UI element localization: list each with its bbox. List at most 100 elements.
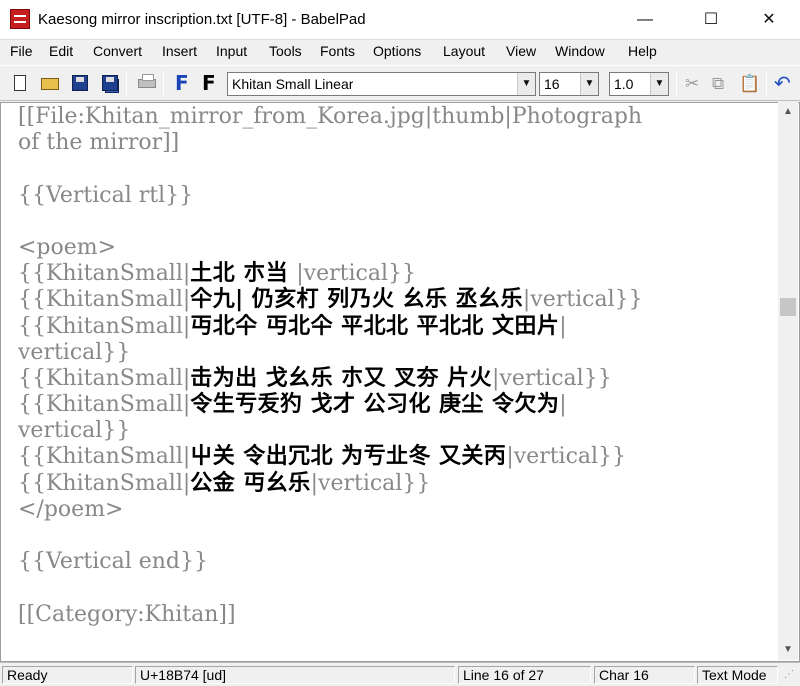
editor-line: {{Vertical end}} xyxy=(18,549,778,575)
editor-line: [[File:Khitan_mirror_from_Korea.jpg|thum… xyxy=(18,104,778,130)
menu-insert[interactable]: Insert xyxy=(162,43,197,59)
open-folder-icon[interactable] xyxy=(38,71,62,95)
font-name-value: Khitan Small Linear xyxy=(232,76,354,92)
markup-text: {{KhitanSmall| xyxy=(18,392,191,418)
khitan-text: 令生亐叐犳 戈才 公习化 庚尘 令欠为 xyxy=(190,392,560,418)
scroll-up-icon[interactable]: ▲ xyxy=(778,102,798,122)
menu-help[interactable]: Help xyxy=(628,43,657,59)
resize-grip-icon[interactable]: ⋰ xyxy=(784,668,798,682)
khitan-text: 公金 丏幺乐 xyxy=(190,470,311,496)
chevron-down-icon[interactable]: ▼ xyxy=(517,73,535,95)
font-size-select[interactable]: 16 ▼ xyxy=(539,72,599,96)
title-bar: Kaesong mirror inscription.txt [UTF-8] -… xyxy=(0,0,800,40)
markup-text: vertical}} xyxy=(18,418,131,444)
editor-line: {{KhitanSmall|击为出 戈幺乐 朩又 叉夯 片火|vertical}… xyxy=(18,366,778,392)
status-char: Char 16 xyxy=(594,666,695,684)
editor-text-area[interactable]: [[File:Khitan_mirror_from_Korea.jpg|thum… xyxy=(18,104,778,652)
markup-text: of the mirror]] xyxy=(18,130,180,156)
line-spacing-select[interactable]: 1.0 ▼ xyxy=(609,72,669,96)
markup-text: vertical}} xyxy=(18,339,131,365)
markup-text: <poem> xyxy=(18,234,117,260)
markup-text: |vertical}} xyxy=(491,365,612,391)
markup-text: [[Category:Khitan]] xyxy=(18,601,236,627)
menu-bar: File Edit Convert Insert Input Tools Fon… xyxy=(0,40,800,64)
toolbar-separator xyxy=(163,71,164,97)
status-mode: Text Mode xyxy=(697,666,778,684)
khitan-text: 丏北仐 丏北仐 平北北 平北北 文田片 xyxy=(190,313,560,339)
scissors-icon[interactable]: ✂ xyxy=(685,74,699,94)
font-select-icon[interactable]: F xyxy=(171,71,195,95)
menu-view[interactable]: View xyxy=(506,43,536,59)
editor-line: of the mirror]] xyxy=(18,130,778,156)
markup-text: [[File:Khitan_mirror_from_Korea.jpg|thum… xyxy=(18,104,643,129)
menu-input[interactable]: Input xyxy=(216,43,247,59)
close-button[interactable]: ✕ xyxy=(746,0,792,40)
editor-line: </poem> xyxy=(18,497,778,523)
status-line: Line 16 of 27 xyxy=(458,666,591,684)
line-spacing-value: 1.0 xyxy=(614,76,634,92)
khitan-text: 屮关 令出冗北 为亐㐀冬 又关丙 xyxy=(190,444,507,470)
vertical-scrollbar[interactable]: ▲ ▼ xyxy=(778,102,798,660)
paste-icon[interactable]: 📋 xyxy=(739,74,760,94)
status-bar: Ready U+18B74 [ud] Line 16 of 27 Char 16… xyxy=(0,662,800,686)
editor-line: vertical}} xyxy=(18,340,778,366)
menu-window[interactable]: Window xyxy=(555,43,605,59)
menu-edit[interactable]: Edit xyxy=(49,43,73,59)
undo-icon[interactable]: ↶ xyxy=(774,71,791,96)
markup-text: {{Vertical rtl}} xyxy=(18,182,194,208)
status-ready: Ready xyxy=(2,666,133,684)
save-disk-icon[interactable] xyxy=(68,71,92,95)
markup-text: | xyxy=(559,313,567,339)
markup-text: {{KhitanSmall| xyxy=(18,313,191,339)
babelpad-app-icon[interactable] xyxy=(10,9,30,29)
editor-line: <poem> xyxy=(18,235,778,261)
markup-text: |vertical}} xyxy=(506,444,627,470)
editor-line: {{KhitanSmall|仐九| 仍亥朾 列乃火 幺乐 丞幺乐|vertica… xyxy=(18,287,778,313)
editor-line: {{Vertical rtl}} xyxy=(18,183,778,209)
copy-icon[interactable]: ⧉ xyxy=(712,74,724,94)
maximize-button[interactable]: ☐ xyxy=(688,0,734,40)
menu-options[interactable]: Options xyxy=(373,43,421,59)
markup-text: {{KhitanSmall| xyxy=(18,287,191,313)
menu-layout[interactable]: Layout xyxy=(443,43,485,59)
minimize-button[interactable]: — xyxy=(622,0,668,40)
editor-line: {{KhitanSmall|土北 朩当 |vertical}} xyxy=(18,261,778,287)
save-all-icon[interactable] xyxy=(98,71,122,95)
markup-text: | xyxy=(559,392,567,418)
markup-text: {{KhitanSmall| xyxy=(18,470,191,496)
markup-text: {{KhitanSmall| xyxy=(18,444,191,470)
toolbar-separator xyxy=(126,71,127,97)
text-editor[interactable]: [[File:Khitan_mirror_from_Korea.jpg|thum… xyxy=(0,102,800,662)
scrollbar-thumb[interactable] xyxy=(780,298,796,316)
menu-fonts[interactable]: Fonts xyxy=(320,43,355,59)
menu-convert[interactable]: Convert xyxy=(93,43,142,59)
scroll-down-icon[interactable]: ▼ xyxy=(778,640,798,660)
markup-text: |vertical}} xyxy=(310,470,431,496)
editor-line: {{KhitanSmall|公金 丏幺乐|vertical}} xyxy=(18,471,778,497)
markup-text: |vertical}} xyxy=(296,261,416,287)
chevron-down-icon[interactable]: ▼ xyxy=(580,73,598,95)
menu-tools[interactable]: Tools xyxy=(269,43,302,59)
editor-line: {{KhitanSmall|令生亐叐犳 戈才 公习化 庚尘 令欠为| xyxy=(18,392,778,418)
markup-text: {{Vertical end}} xyxy=(18,549,209,575)
khitan-text: 仐九| 仍亥朾 列乃火 幺乐 丞幺乐 xyxy=(190,287,523,313)
editor-line: {{KhitanSmall|屮关 令出冗北 为亐㐀冬 又关丙|vertical}… xyxy=(18,444,778,470)
new-document-icon[interactable] xyxy=(8,71,32,95)
markup-text: |vertical}} xyxy=(522,287,643,313)
window-title: Kaesong mirror inscription.txt [UTF-8] -… xyxy=(38,11,366,28)
editor-line: [[Category:Khitan]] xyxy=(18,602,778,628)
font-name-select[interactable]: Khitan Small Linear ▼ xyxy=(227,72,536,96)
khitan-text: 土北 朩当 xyxy=(190,261,297,287)
toolbar-separator xyxy=(676,71,677,97)
toolbar-separator xyxy=(766,71,767,97)
editor-line: vertical}} xyxy=(18,418,778,444)
printer-icon[interactable] xyxy=(135,71,159,95)
khitan-text: 击为出 戈幺乐 朩又 叉夯 片火 xyxy=(190,365,492,391)
font-apply-icon[interactable]: F xyxy=(198,71,222,95)
chevron-down-icon[interactable]: ▼ xyxy=(650,73,668,95)
menu-file[interactable]: File xyxy=(10,43,33,59)
